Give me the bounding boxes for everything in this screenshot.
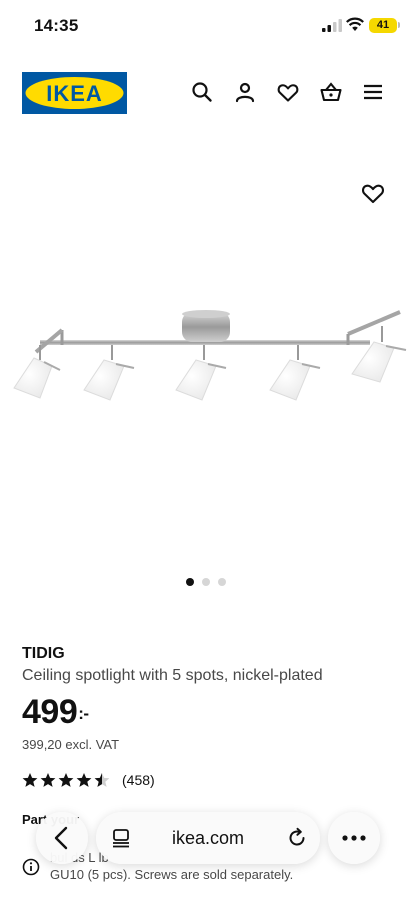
status-time: 14:35 (34, 16, 79, 35)
account-icon[interactable] (233, 80, 257, 104)
price-value: 499 (22, 693, 78, 731)
review-count[interactable]: (458) (122, 771, 155, 789)
battery-indicator: 41 (369, 18, 397, 33)
heart-icon[interactable] (276, 80, 300, 104)
ellipsis-icon (342, 835, 366, 841)
cellular-signal-icon (322, 19, 342, 32)
address-bar[interactable]: ikea.com (96, 812, 320, 864)
reload-icon[interactable] (286, 827, 308, 849)
spot-5 (351, 326, 407, 383)
product-price: 499:- (22, 693, 89, 732)
product-image[interactable] (0, 300, 416, 410)
site-header: IKEA (0, 66, 416, 118)
logo-text: IKEA (46, 81, 103, 106)
status-bar: 14:35 41 (0, 0, 416, 52)
gallery-dot-active[interactable] (186, 578, 194, 586)
price-suffix: :- (78, 704, 89, 723)
spot-4 (269, 345, 321, 401)
price-excl-vat: 399,20 excl. VAT (22, 737, 120, 752)
spot-3 (175, 345, 227, 401)
menu-icon[interactable] (361, 80, 385, 104)
rating-stars-icon (22, 773, 110, 787)
browser-toolbar: ikea.com (36, 812, 380, 864)
wifi-icon (346, 17, 364, 31)
ikea-logo[interactable]: IKEA (22, 72, 127, 114)
notice-line-2: GU10 (5 pcs). Screws are sold separately… (50, 867, 294, 882)
product-description: Ceiling spotlight with 5 spots, nickel-p… (22, 667, 323, 684)
search-icon[interactable] (190, 80, 214, 104)
favourite-heart-icon[interactable] (360, 180, 386, 206)
basket-icon[interactable] (319, 80, 343, 104)
chevron-left-icon (54, 826, 68, 850)
more-options-button[interactable] (328, 812, 380, 864)
back-button[interactable] (36, 812, 88, 864)
product-name: TIDIG (22, 645, 65, 662)
gallery-dot[interactable] (202, 578, 210, 586)
battery-tip (398, 22, 400, 28)
gallery-dot[interactable] (218, 578, 226, 586)
spot-2 (83, 345, 135, 401)
